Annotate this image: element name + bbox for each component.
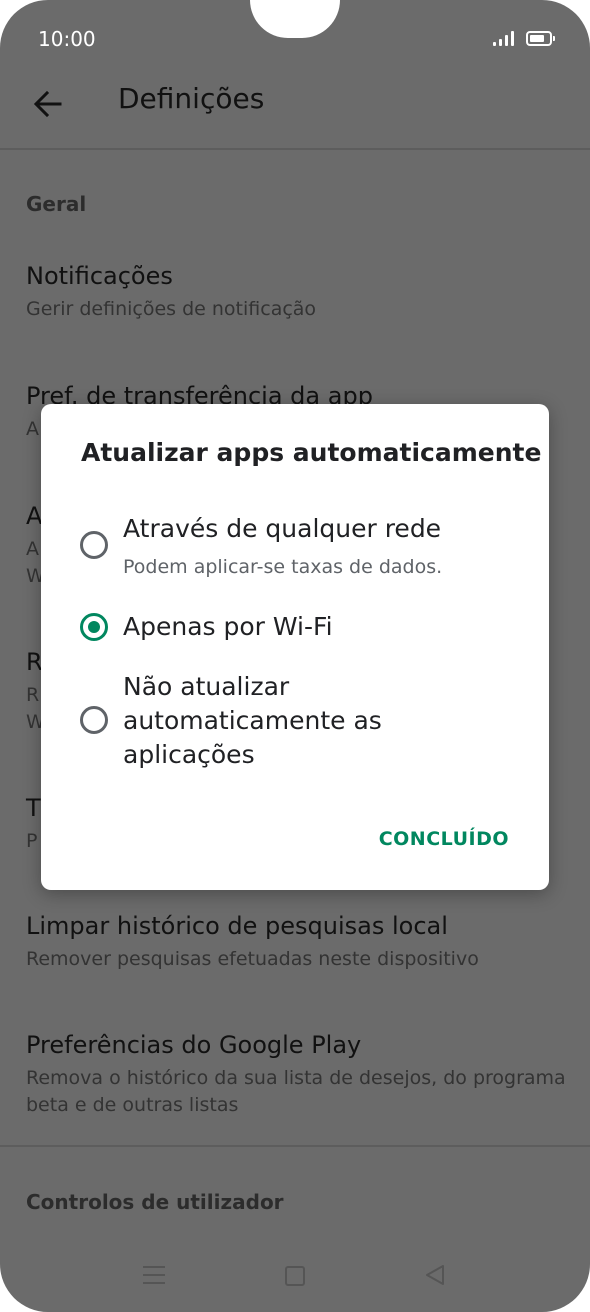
item-title: Limpar histórico de pesquisas local [26, 912, 448, 940]
page-title: Definições [118, 82, 265, 115]
dialog-title: Atualizar apps automaticamente [81, 438, 542, 467]
nav-back-icon[interactable] [424, 1264, 446, 1286]
option-label: Através de qualquer rede [123, 514, 442, 543]
auto-update-dialog: Atualizar apps automaticamente Através d… [41, 404, 549, 890]
status-time: 10:00 [38, 27, 96, 51]
home-icon[interactable] [285, 1266, 305, 1286]
item-title: Preferências do Google Play [26, 1031, 362, 1059]
item-subtitle: Remova o histórico da sua lista de desej… [26, 1067, 566, 1116]
section-header-general: Geral [26, 192, 87, 216]
item-subtitle: Remover pesquisas efetuadas neste dispos… [26, 948, 479, 970]
item-title: Notificações [26, 262, 173, 290]
item-subtitle: Gerir definições de notificação [26, 298, 317, 320]
signal-icon [493, 30, 514, 46]
app-bar: Definições [0, 60, 590, 150]
status-icons [493, 30, 555, 46]
phone-screen: 10:00 Definições Geral Notificações Geri… [0, 0, 590, 1312]
section-header-user-controls: Controlos de utilizador [26, 1190, 284, 1214]
option-label: Apenas por Wi-Fi [123, 612, 333, 641]
done-button[interactable]: CONCLUÍDO [379, 828, 509, 850]
back-button[interactable] [28, 84, 68, 124]
section-divider [0, 1145, 590, 1147]
radio-button[interactable] [80, 706, 108, 734]
system-nav-bar [0, 1250, 590, 1302]
battery-icon [526, 31, 555, 46]
radio-button[interactable] [80, 531, 108, 559]
option-label: Não atualizar automaticamente as aplicaç… [123, 672, 382, 769]
arrow-back-icon [33, 90, 62, 118]
item-title: T [26, 794, 41, 822]
menu-icon[interactable] [143, 1266, 165, 1284]
radio-button-selected[interactable] [80, 613, 108, 641]
option-subtitle: Podem aplicar-se taxas de dados. [123, 556, 443, 578]
item-title: A [26, 502, 43, 530]
